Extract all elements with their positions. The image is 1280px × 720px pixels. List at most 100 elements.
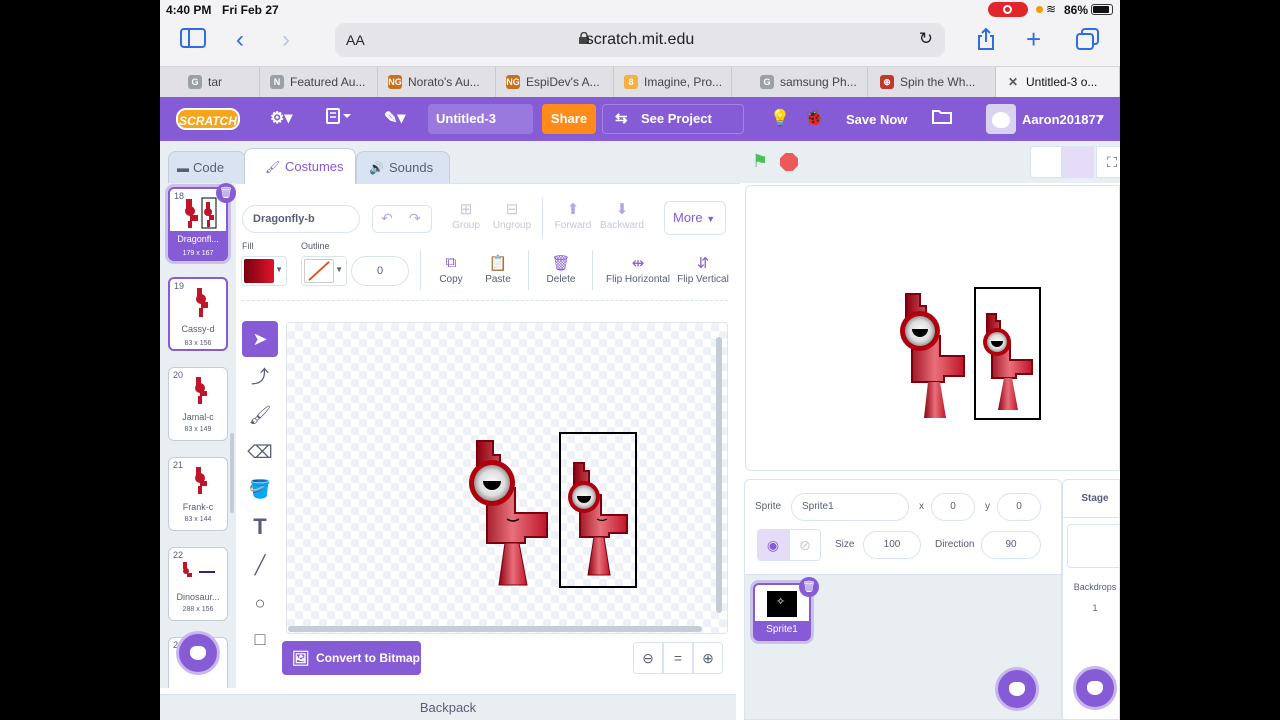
stage-header: ⚑ ⛶ (740, 141, 1120, 183)
zoom-in-icon[interactable]: ⊕ (693, 642, 723, 674)
tab-sounds[interactable]: 🔊 Sounds (356, 151, 450, 183)
costume-list-scrollbar[interactable] (230, 433, 234, 513)
size-input[interactable]: 100 (863, 531, 921, 559)
browser-tab[interactable]: N Featured Au... (260, 67, 378, 98)
mic-indicator-icon (1036, 6, 1043, 13)
undo-icon[interactable]: ↶ (381, 210, 393, 227)
browser-tab-active[interactable]: ✕ Untitled-3 o... (996, 67, 1120, 98)
fill-color-picker[interactable]: ▼ (241, 256, 287, 286)
delete-sprite-icon[interactable]: 🗑 (799, 577, 819, 597)
tab-overview-icon[interactable] (1076, 28, 1100, 56)
address-bar[interactable]: AA scratch.mit.edu ↻ (335, 23, 945, 57)
small-stage-mode-button[interactable] (1030, 146, 1062, 178)
share-button[interactable]: Share (542, 104, 596, 134)
sprite-name-input[interactable]: Sprite1 (791, 493, 909, 521)
paint-canvas[interactable] (286, 322, 728, 634)
theme-bulb-icon[interactable]: 💡 (770, 108, 790, 128)
my-stuff-folder-icon[interactable] (932, 108, 952, 129)
costume-tile[interactable]: 22 Dinosaur... 288 x 156 (168, 547, 228, 621)
stage-preview[interactable] (745, 185, 1120, 471)
eraser-tool-icon[interactable]: ⌫ (242, 434, 278, 470)
outline-color-picker[interactable]: ▼ (301, 256, 347, 286)
line-tool-icon[interactable]: ╱ (242, 547, 278, 583)
delete-costume-icon[interactable]: 🗑 (216, 183, 236, 203)
select-tool-arrow-icon[interactable]: ➤ (242, 321, 278, 357)
settings-gear-icon[interactable]: ⚙▾ (270, 108, 292, 128)
screen-record-icon[interactable] (988, 2, 1028, 17)
x-input[interactable]: 0 (931, 493, 975, 521)
normal-stage-mode-button[interactable] (1062, 146, 1094, 178)
costume-thumbnail (195, 467, 207, 494)
more-dropdown[interactable]: More ▼ (664, 201, 726, 235)
circle-tool-icon[interactable]: ○ (242, 585, 278, 621)
sidebar-toggle-icon[interactable] (180, 28, 206, 54)
sprite-tile[interactable]: Sprite1 🗑 (753, 577, 819, 641)
ipad-screen: 4:40 PM Fri Feb 27 ≋ 86% ‹ › AA scratch.… (160, 0, 1120, 720)
reload-icon[interactable]: ↻ (919, 29, 933, 49)
costume-name-input[interactable]: Dragonfly-b (242, 205, 360, 233)
scratch-logo[interactable]: SCRATCH (176, 108, 240, 130)
sprite-info-panel: Sprite Sprite1 x 0 y 0 ◉ ⊘ Size 100 Dire… (744, 479, 1062, 575)
browser-tab[interactable]: 8 Imagine, Pro... (614, 67, 732, 98)
file-menu-icon[interactable] (326, 108, 352, 129)
share-icon[interactable] (976, 27, 996, 56)
tab-code[interactable]: ▬ Code (168, 151, 246, 183)
green-flag-icon[interactable]: ⚑ (752, 151, 768, 172)
redo-icon[interactable]: ↷ (409, 210, 421, 227)
edit-menu-icon[interactable]: ✎▾ (384, 108, 405, 128)
back-icon[interactable]: ‹ (236, 26, 244, 54)
zoom-out-icon[interactable]: ⊖ (633, 642, 663, 674)
costume-tile[interactable]: 18 Dragonfl... 179 x 167 🗑 (168, 183, 236, 261)
text-tool-icon[interactable]: T (242, 509, 278, 545)
undo-redo-group: ↶ ↷ (372, 205, 432, 233)
convert-to-bitmap-button[interactable]: 🖼 Convert to Bitmap (282, 641, 421, 675)
browser-tab[interactable]: Gsamsung Ph... (750, 67, 868, 98)
choose-backdrop-icon[interactable] (1073, 666, 1117, 710)
new-tab-icon[interactable]: + (1026, 24, 1041, 55)
browser-tab[interactable]: ⊕ Spin the Wh... (870, 67, 996, 98)
browser-tab-strip: Gtar N Featured Au... NG Norato's Au... NG… (160, 66, 1120, 98)
paste-button[interactable]: 📋 Paste (468, 254, 528, 285)
canvas-vertical-scrollbar[interactable] (716, 337, 722, 613)
costume-tile[interactable]: 20 Jamal-c 83 x 149 (168, 367, 228, 441)
project-title-input[interactable]: Untitled-3 (428, 104, 533, 134)
reshape-tool-icon[interactable]: ⤴ (242, 359, 278, 395)
backward-button[interactable]: ⬇ Backward (592, 200, 652, 231)
delete-button[interactable]: 🗑 Delete (531, 254, 591, 285)
wifi-icon: ≋ (1046, 2, 1057, 16)
rectangle-tool-icon[interactable]: □ (242, 621, 278, 657)
convert-label: Convert to Bitmap (316, 651, 421, 665)
choose-costume-cat-icon[interactable] (176, 631, 220, 675)
flip-horizontal-button[interactable]: ⇹ Flip Horizontal (604, 254, 672, 285)
chevron-down-icon: ▼ (1096, 113, 1106, 124)
tab-costumes[interactable]: 🖌 Costumes (244, 148, 356, 184)
browser-tab[interactable]: Gtar (178, 67, 260, 98)
close-tab-icon[interactable]: ✕ (1006, 75, 1020, 89)
canvas-horizontal-scrollbar[interactable] (288, 626, 702, 632)
editor-tabs: ▬ Code 🖌 Costumes 🔊 Sounds (160, 141, 740, 184)
hide-sprite-eye-slash-icon[interactable]: ⊘ (789, 529, 821, 561)
costume-tile[interactable]: 21 Frank-c 83 x 144 (168, 457, 228, 531)
see-project-page-button[interactable]: ⇆See Project Page (602, 104, 744, 154)
browser-tab[interactable]: NG Norato's Au... (378, 67, 496, 98)
outline-width-input[interactable]: 0 (351, 256, 409, 286)
save-now-button[interactable]: Save Now (846, 112, 907, 127)
choose-sprite-cat-icon[interactable] (995, 667, 1039, 711)
costume-tile[interactable]: 19 Cassy-d 83 x 156 (168, 277, 228, 351)
browser-tab[interactable]: NG EspiDev's A... (496, 67, 614, 98)
forward-icon[interactable]: › (282, 26, 290, 54)
fullscreen-icon[interactable]: ⛶ (1096, 146, 1120, 178)
stop-icon[interactable] (780, 153, 798, 171)
backpack-bar[interactable]: Backpack (160, 694, 736, 720)
debug-bug-icon[interactable]: 🐞 (804, 108, 824, 128)
flip-vertical-button[interactable]: ⇵ Flip Vertical (672, 254, 734, 285)
y-input[interactable]: 0 (997, 493, 1041, 521)
fill-bucket-tool-icon[interactable]: 🪣 (242, 471, 278, 507)
show-sprite-eye-icon[interactable]: ◉ (757, 529, 789, 561)
direction-input[interactable]: 90 (981, 531, 1041, 559)
status-time: 4:40 PM (166, 3, 212, 17)
stage-target-pane[interactable]: Stage Backdrops 1 (1062, 479, 1120, 720)
ungroup-button[interactable]: ⊟ Ungroup (482, 200, 542, 231)
brush-tool-icon[interactable]: 🖌 (242, 397, 278, 433)
zoom-reset-button[interactable]: = (663, 642, 693, 674)
